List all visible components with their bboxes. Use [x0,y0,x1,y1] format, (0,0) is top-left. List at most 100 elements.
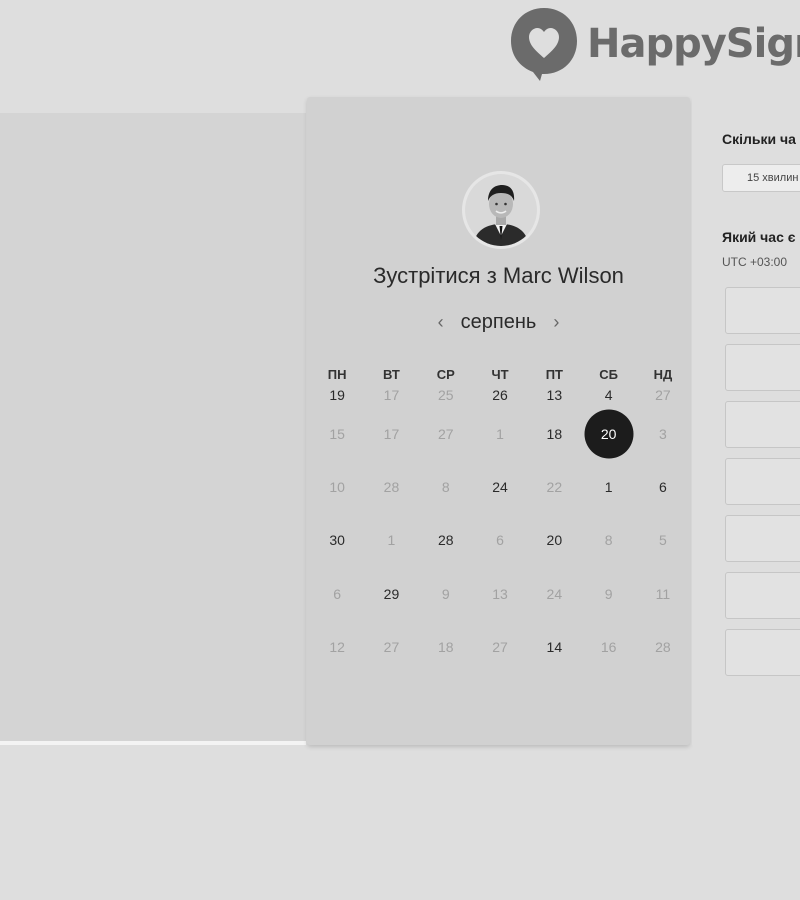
happysign-logo[interactable]: HappySign [509,6,800,82]
calendar-card: Зустрітися з Marc Wilson ‹ серпень › ПН … [307,97,690,745]
selected-day[interactable]: 20 [581,407,635,460]
calendar-day[interactable]: 6 [636,460,690,513]
calendar-day: 13 [473,567,527,620]
calendar-day: 11 [636,567,690,620]
calendar-day: 3 [636,407,690,460]
time-slot-button[interactable] [725,344,800,391]
day-number: 27 [383,638,400,655]
day-number: 1 [604,478,613,495]
day-number: 28 [383,478,400,495]
day-number: 27 [437,425,454,442]
calendar-day: 24 [527,567,581,620]
chevron-right-icon[interactable]: › [548,312,564,333]
day-number: 13 [492,585,508,602]
calendar-day: 1 [364,514,418,567]
duration-select[interactable]: 15 хвилин [722,164,800,192]
day-number: 22 [546,478,563,495]
calendar-day: 18 [419,620,473,673]
calendar-day[interactable]: 29 [364,567,418,620]
calendar-day: 6 [310,567,364,620]
calendar-day: 27 [364,620,418,673]
time-slot-button[interactable] [725,458,800,505]
time-slot-list [725,287,800,686]
day-number: 1 [496,425,504,442]
time-slot-button[interactable] [725,629,800,676]
duration-question: Скільки ча [722,131,796,147]
calendar-day: 1 [473,407,527,460]
day-number: 10 [329,478,345,495]
calendar-week: 12 27 18 27 14 16 28 [310,620,690,673]
day-number: 5 [659,532,667,549]
calendar-day: 27 [636,387,690,403]
weekday-label: СР [436,367,455,382]
day-number: 28 [655,638,671,655]
calendar-day[interactable]: 30 [310,514,364,567]
calendar-day: 28 [364,460,418,513]
calendar-day: 8 [419,460,473,513]
calendar-day: 8 [581,514,635,567]
day-number: 29 [383,585,400,602]
weekday-label: СБ [599,367,618,382]
day-number: 15 [329,425,345,442]
calendar-day[interactable]: 18 [527,407,581,460]
time-slot-button[interactable] [725,572,800,619]
day-number: 13 [546,387,563,403]
left-panel [0,113,306,745]
chevron-left-icon[interactable]: ‹ [433,312,449,333]
weekday-label: ПН [327,367,347,382]
weekday-header-row: ПН ВТ СР ЧТ ПТ СБ НД [310,367,690,387]
calendar-day[interactable]: 4 [581,387,635,403]
day-number: 28 [437,532,454,549]
day-number: 24 [546,585,563,602]
time-slot-button[interactable] [725,287,800,334]
time-question: Який час є [722,229,796,245]
day-number: 19 [329,387,345,403]
day-number: 20 [546,532,563,549]
day-number: 6 [496,532,504,549]
calendar-day[interactable]: 20 [527,514,581,567]
person-photo [465,174,537,246]
day-number: 24 [492,478,508,495]
calendar-week: 19 17 25 26 13 4 27 [310,387,690,407]
calendar-day: 9 [581,567,635,620]
time-slot-button[interactable] [725,401,800,448]
day-number: 25 [437,387,454,403]
calendar-day: 17 [364,387,418,403]
calendar-day[interactable]: 13 [527,387,581,403]
calendar-day: 15 [310,407,364,460]
day-number: 3 [659,425,667,442]
weekday-label: ЧТ [491,367,509,382]
day-number: 16 [600,638,617,655]
weekday-label: ПТ [545,367,563,382]
calendar-day[interactable]: 28 [419,514,473,567]
month-navigation: ‹ серпень › [307,309,690,335]
weekday-label: ВТ [383,367,400,382]
day-number: 12 [329,638,345,655]
calendar-day: 28 [636,620,690,673]
calendar-day[interactable]: 26 [473,387,527,403]
day-number: 9 [604,585,613,602]
calendar-day[interactable]: 24 [473,460,527,513]
calendar-day: 6 [473,514,527,567]
day-number: 26 [492,387,508,403]
day-number: 20 [600,425,617,442]
day-number: 27 [655,387,671,403]
calendar-day: 12 [310,620,364,673]
day-number: 30 [329,532,345,549]
time-slot-button[interactable] [725,515,800,562]
calendar-day: 17 [364,407,418,460]
calendar-day: 25 [419,387,473,403]
day-number: 17 [383,425,400,442]
heart-speech-bubble-icon [511,8,577,81]
weekday-label: НД [653,367,673,382]
day-number: 18 [437,638,454,655]
calendar-day[interactable]: 19 [310,387,364,403]
day-number: 27 [492,638,508,655]
logo-text: HappySign [587,21,800,67]
calendar-day[interactable]: 1 [581,460,635,513]
calendar-day[interactable]: 14 [527,620,581,673]
day-number: 14 [546,638,563,655]
meeting-title: Зустрітися з Marc Wilson [373,263,624,288]
calendar-day: 27 [419,407,473,460]
month-label: серпень [460,310,537,333]
